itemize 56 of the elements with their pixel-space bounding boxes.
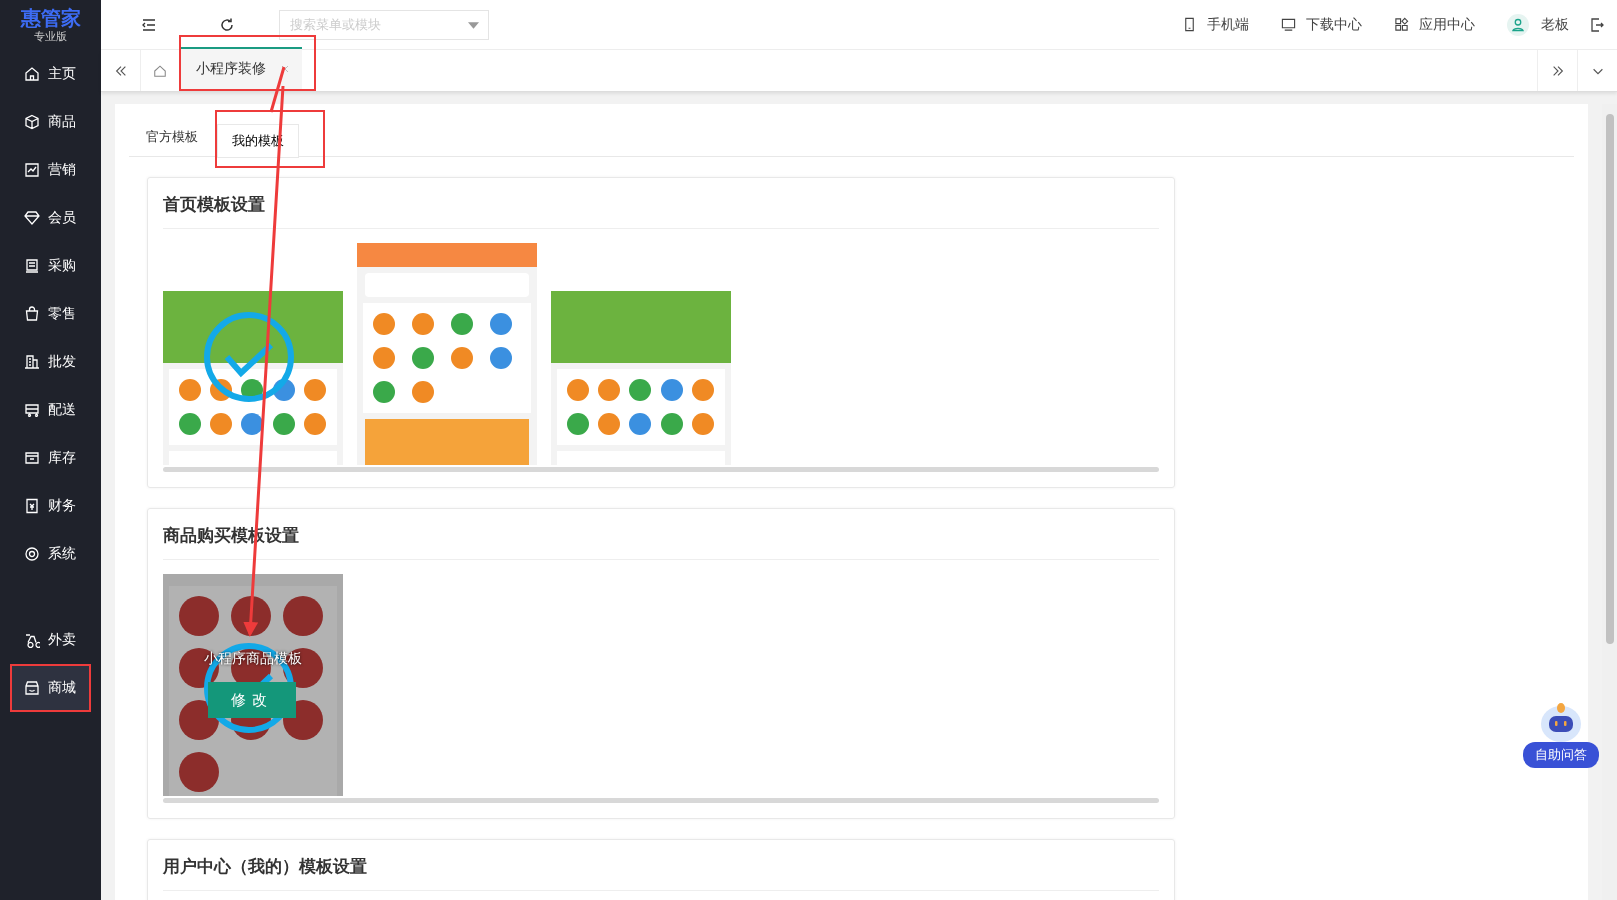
section-title: 用户中心（我的）模板设置 <box>163 840 1159 891</box>
double-chevron-left-icon <box>113 63 128 78</box>
sidebar-item[interactable]: 配送 <box>12 388 89 432</box>
box-icon <box>24 114 40 130</box>
sidebar-item[interactable]: 系统 <box>12 532 89 576</box>
app-preview-drawing[interactable] <box>163 243 343 465</box>
close-icon[interactable] <box>280 64 290 74</box>
sidebar-item[interactable]: 商城 <box>12 666 89 710</box>
caret-icon <box>468 21 479 29</box>
scrollbar[interactable] <box>163 467 1159 472</box>
collapse-left-button[interactable] <box>101 50 141 91</box>
logo-text: 惠管家 <box>20 6 81 29</box>
scroll-right-button[interactable] <box>1537 50 1577 91</box>
monitor-icon <box>1281 17 1296 32</box>
bag-icon <box>24 306 40 322</box>
sidebar-item[interactable]: 会员 <box>12 196 89 240</box>
grid-icon <box>1394 17 1409 32</box>
logo-subtitle: 专业版 <box>34 29 67 44</box>
sidebar-item[interactable]: 零售 <box>12 292 89 336</box>
list-icon <box>24 258 40 274</box>
sidebar-item[interactable]: 财务 <box>12 484 89 528</box>
sidebar-item[interactable]: 采购 <box>12 244 89 288</box>
doc-icon <box>24 498 40 514</box>
refresh-icon[interactable] <box>219 16 235 33</box>
truck-icon <box>24 402 40 418</box>
header-link[interactable]: 手机端 <box>1182 15 1249 34</box>
sidebar-item[interactable]: 批发 <box>12 340 89 384</box>
section-title: 首页模板设置 <box>163 178 1159 229</box>
scrollbar[interactable] <box>163 798 1159 803</box>
sidebar-item[interactable]: 营销 <box>12 148 89 192</box>
header-link[interactable]: 应用中心 <box>1394 15 1475 34</box>
menu-icon[interactable] <box>141 16 157 33</box>
page-tab[interactable]: 小程序装修 <box>181 47 302 89</box>
logout-icon[interactable] <box>1589 16 1605 33</box>
header-link[interactable]: 下载中心 <box>1281 15 1362 34</box>
sidebar-item[interactable]: 库存 <box>12 436 89 480</box>
sidebar-item[interactable]: 外卖 <box>12 618 89 662</box>
app-preview-drawing[interactable] <box>163 574 343 796</box>
app-preview-drawing[interactable] <box>357 243 537 465</box>
user-name[interactable]: 老板 <box>1541 15 1569 34</box>
building-icon <box>24 354 40 370</box>
home-icon <box>153 63 167 78</box>
chart-icon <box>24 162 40 178</box>
app-preview-drawing[interactable] <box>551 243 731 465</box>
store-icon <box>24 680 40 696</box>
home-tab[interactable] <box>141 50 179 91</box>
sidebar-item[interactable]: 商品 <box>12 100 89 144</box>
home-icon <box>24 66 40 82</box>
bike-icon <box>24 632 40 648</box>
diamond-icon <box>24 210 40 226</box>
phone-icon <box>1182 17 1197 32</box>
sidebar-item[interactable]: 主页 <box>12 52 89 96</box>
tray-icon <box>24 450 40 466</box>
user-avatar-icon[interactable] <box>1507 13 1529 36</box>
edit-button[interactable]: 修改 <box>208 682 296 718</box>
help-button[interactable]: 自助问答 <box>1515 702 1607 784</box>
